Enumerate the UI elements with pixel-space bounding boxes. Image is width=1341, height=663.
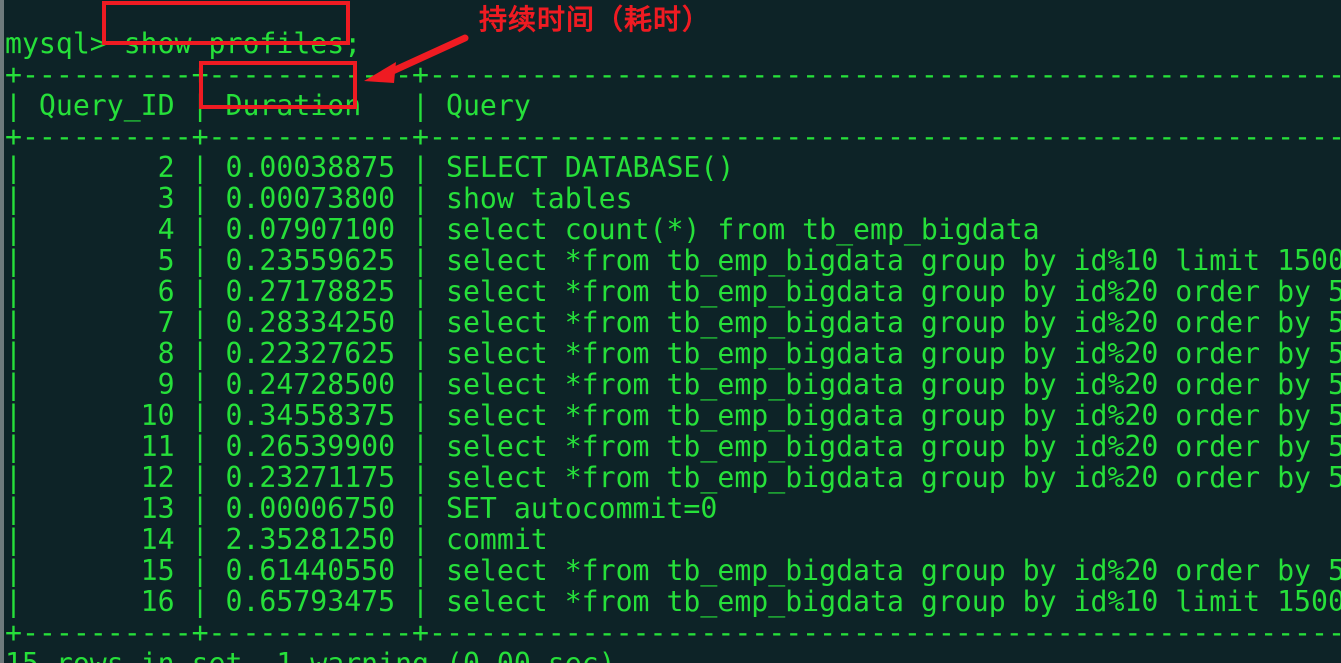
- table-row: | 2 | 0.00038875 | SELECT DATABASE() |: [5, 151, 1341, 185]
- table-separator-line: +----------+------------+---------------…: [5, 58, 1341, 92]
- table-row: | 6 | 0.27178825 | select *from tb_emp_b…: [5, 275, 1341, 309]
- table-row: | 4 | 0.07907100 | select count(*) from …: [5, 213, 1341, 247]
- table-row: | 14 | 2.35281250 | commit |: [5, 523, 1341, 557]
- table-separator-line: +----------+------------+---------------…: [5, 120, 1341, 154]
- terminal-output[interactable]: mysql> show profiles; +----------+-------…: [5, 28, 1341, 663]
- annotation-duration-label: 持续时间（耗时）: [479, 3, 712, 36]
- table-header-row: | Query_ID | Duration | Query |: [5, 89, 1341, 123]
- table-row: | 8 | 0.22327625 | select *from tb_emp_b…: [5, 337, 1341, 371]
- terminal-screenshot: mysql> show profiles; +----------+-------…: [0, 0, 1341, 663]
- table-row: | 10 | 0.34558375 | select *from tb_emp_…: [5, 399, 1341, 433]
- table-row: | 16 | 0.65793475 | select *from tb_emp_…: [5, 585, 1341, 619]
- left-gutter-strip: [0, 0, 4, 663]
- table-separator-line: +----------+------------+---------------…: [5, 616, 1341, 650]
- table-row: | 9 | 0.24728500 | select *from tb_emp_b…: [5, 368, 1341, 402]
- table-row: | 13 | 0.00006750 | SET autocommit=0 |: [5, 492, 1341, 526]
- table-row: | 5 | 0.23559625 | select *from tb_emp_b…: [5, 244, 1341, 278]
- table-row: | 7 | 0.28334250 | select *from tb_emp_b…: [5, 306, 1341, 340]
- table-row: | 11 | 0.26539900 | select *from tb_emp_…: [5, 430, 1341, 464]
- table-row: | 12 | 0.23271175 | select *from tb_emp_…: [5, 461, 1341, 495]
- status-line: 15 rows in set, 1 warning (0.00 sec): [5, 648, 1341, 663]
- table-row: | 15 | 0.61440550 | select *from tb_emp_…: [5, 554, 1341, 588]
- table-row: | 3 | 0.00073800 | show tables |: [5, 182, 1341, 216]
